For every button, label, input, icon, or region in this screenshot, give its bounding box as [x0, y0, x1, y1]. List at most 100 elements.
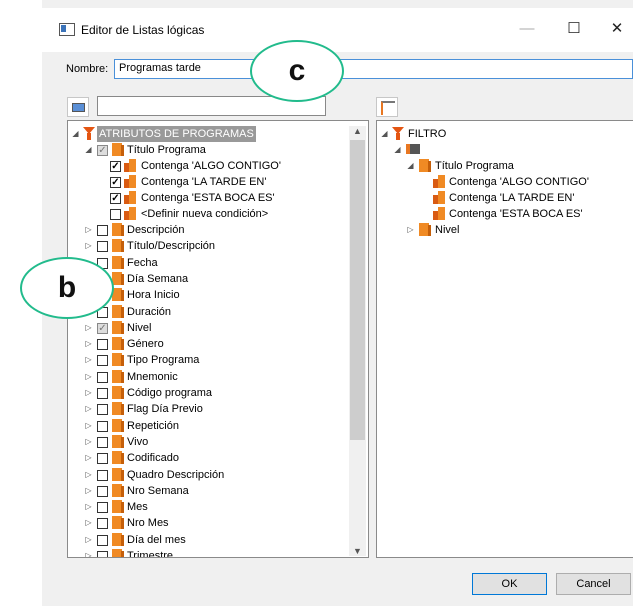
attribute-checkbox[interactable]	[97, 241, 108, 253]
attribute-checkbox[interactable]	[97, 469, 108, 481]
attribute-checkbox[interactable]	[97, 436, 108, 448]
name-value: Programas tarde	[119, 62, 201, 74]
minimize-button[interactable]: —	[507, 16, 547, 42]
window-title: Editor de Listas lógicas	[81, 23, 205, 37]
expand-icon[interactable]: ▷	[84, 483, 93, 499]
attribute-label: Repetición	[127, 419, 179, 432]
scroll-up-icon[interactable]: ▲	[349, 126, 366, 136]
tree-options-button[interactable]	[376, 97, 398, 117]
attribute-checkbox[interactable]	[97, 388, 108, 399]
attribute-checkbox[interactable]	[97, 551, 108, 557]
filter-condition-label: Contenga 'LA TARDE EN'	[449, 192, 575, 204]
expand-icon[interactable]: ▷	[84, 418, 93, 434]
expand-icon[interactable]: ▷	[84, 515, 93, 531]
maximize-button[interactable]: ☐	[554, 16, 594, 42]
collapse-icon[interactable]: ◢	[380, 126, 389, 142]
attribute-label: Nro Semana	[127, 484, 189, 497]
attribute-folder-icon	[112, 434, 124, 448]
filter-group-label: Título Programa	[435, 160, 514, 172]
attribute-label: Trimestre	[127, 550, 174, 558]
toggle-search-button[interactable]	[67, 97, 89, 117]
collapse-icon[interactable]: ◢	[84, 142, 93, 158]
condition-checkbox[interactable]: ✓	[110, 193, 121, 204]
expand-icon[interactable]: ▷	[84, 385, 93, 401]
collapse-icon[interactable]: ◢	[71, 126, 80, 142]
attribute-label: Día Semana	[127, 272, 189, 285]
expand-icon[interactable]: ▷	[84, 401, 93, 417]
attribute-checkbox[interactable]	[97, 371, 108, 383]
expand-icon[interactable]: ▷	[84, 434, 93, 450]
attributes-tree-panel: ◢ ATRIBUTOS DE PROGRAMAS ◢ ✓ Título Prog…	[67, 120, 369, 558]
attribute-folder-icon	[112, 369, 124, 383]
attribute-label: Quadro Descripción	[127, 468, 225, 481]
expand-icon[interactable]: ▷	[84, 532, 93, 548]
expand-icon[interactable]: ▷	[84, 222, 93, 238]
attribute-folder-icon	[112, 467, 124, 481]
expand-icon[interactable]: ▷	[84, 320, 93, 336]
condition-icon	[124, 191, 136, 204]
expand-icon[interactable]: ▷	[84, 238, 93, 254]
tree-group-label: Título Programa	[127, 144, 206, 156]
condition-checkbox[interactable]	[110, 209, 121, 220]
attribute-folder-icon	[112, 143, 124, 156]
collapse-icon[interactable]: ◢	[393, 142, 402, 158]
collapse-icon[interactable]: ◢	[406, 158, 415, 174]
condition-checkbox[interactable]: ✓	[110, 177, 121, 188]
attribute-folder-icon	[112, 516, 124, 530]
tree-root-label: ATRIBUTOS DE PROGRAMAS	[97, 126, 256, 142]
attribute-label: Género	[127, 338, 164, 351]
expand-icon[interactable]: ▷	[84, 369, 93, 385]
condition-icon	[433, 207, 445, 220]
expand-icon[interactable]: ▷	[84, 336, 93, 352]
attribute-checkbox[interactable]	[97, 225, 108, 236]
attribute-folder-icon	[112, 386, 124, 399]
vertical-scrollbar[interactable]: ▲ ▼	[349, 126, 366, 556]
attribute-folder-icon	[112, 353, 124, 367]
attribute-checkbox[interactable]	[97, 485, 108, 497]
condition-label: Contenga 'ALGO CONTIGO'	[141, 160, 281, 172]
app-icon	[59, 23, 75, 36]
attribute-label: Tipo Programa	[127, 354, 200, 367]
attribute-label: Código programa	[127, 387, 212, 399]
attribute-checkbox[interactable]	[97, 534, 108, 546]
attribute-label: Duración	[127, 305, 172, 318]
attribute-checkbox[interactable]	[97, 518, 108, 530]
expand-icon[interactable]: ▷	[84, 467, 93, 483]
condition-label: Contenga 'ESTA BOCA ES'	[141, 192, 275, 204]
partial-checkbox[interactable]: ✓	[97, 145, 108, 156]
attribute-checkbox[interactable]	[97, 355, 108, 367]
name-label: Nombre:	[66, 63, 109, 75]
expand-icon[interactable]: ▷	[84, 450, 93, 466]
condition-label: Contenga 'LA TARDE EN'	[141, 176, 267, 188]
scroll-down-icon[interactable]: ▼	[349, 546, 366, 556]
condition-icon	[433, 191, 445, 204]
cancel-button[interactable]: Cancel	[556, 573, 631, 595]
expand-icon[interactable]: ▷	[84, 499, 93, 515]
attribute-label: Descripción	[127, 224, 185, 236]
filter-group-label: Nivel	[435, 224, 460, 236]
attribute-checkbox[interactable]	[97, 420, 108, 432]
attribute-checkbox[interactable]: ✓	[97, 322, 108, 334]
attribute-folder-icon	[112, 337, 124, 351]
attribute-checkbox[interactable]	[97, 502, 108, 514]
name-input[interactable]: Programas tarde	[114, 59, 633, 79]
attribute-label: Flag Día Previo	[127, 403, 203, 416]
attribute-label: Vivo	[127, 435, 149, 448]
expand-icon[interactable]: ▷	[84, 548, 93, 557]
expand-icon[interactable]: ▷	[84, 352, 93, 368]
attribute-label: Nro Mes	[127, 517, 169, 530]
tree-icon	[381, 101, 395, 115]
scroll-thumb[interactable]	[350, 140, 365, 440]
close-button[interactable]: ✕	[597, 16, 633, 42]
condition-icon	[124, 159, 136, 172]
condition-checkbox[interactable]: ✓	[110, 161, 121, 172]
attribute-checkbox[interactable]	[97, 453, 108, 465]
filter-condition-label: Contenga 'ALGO CONTIGO'	[449, 176, 589, 188]
expand-icon[interactable]: ▷	[406, 222, 415, 238]
attribute-checkbox[interactable]	[97, 339, 108, 351]
ok-button[interactable]: OK	[472, 573, 547, 595]
attribute-folder-icon	[112, 483, 124, 497]
attribute-folder-icon	[112, 500, 124, 514]
callout-b: b	[20, 257, 114, 319]
attribute-checkbox[interactable]	[97, 404, 108, 416]
